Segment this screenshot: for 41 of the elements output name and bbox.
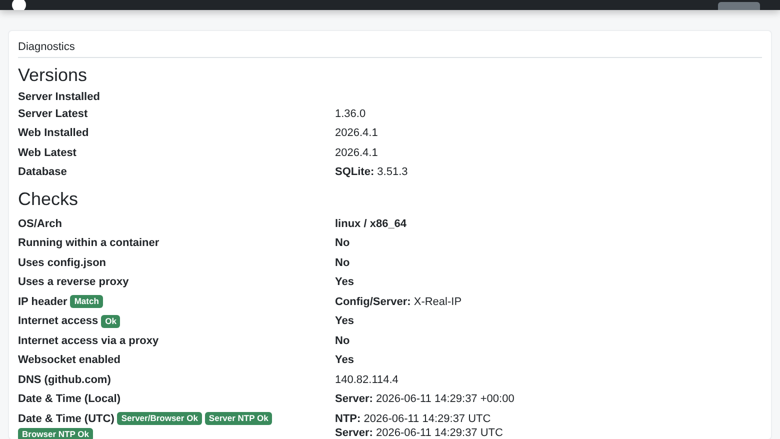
row-label: Web Latest <box>18 146 76 160</box>
logo-icon <box>12 0 26 10</box>
row-label: Running within a container <box>18 236 160 250</box>
row-label: OS/Arch <box>18 216 62 231</box>
row-label: Server Latest <box>18 106 88 121</box>
row-label: Date & Time (Local) <box>18 392 120 406</box>
row-value: 2026.4.1 <box>335 146 379 160</box>
row-value: No <box>335 256 351 270</box>
row-value: SQLite: 3.51.3 <box>335 165 409 180</box>
row-label: Date & Time (UTC) <box>18 412 114 426</box>
status-badge: Server/Browser Ok <box>117 412 202 426</box>
row-value: 2026.4.1 <box>335 126 379 140</box>
row-value: Server: 2026-06-11 14:29:37 UTC <box>335 426 504 439</box>
row-label: Uses a reverse proxy <box>18 275 129 290</box>
row-label: DNS (github.com) <box>18 372 111 387</box>
row-value: 1.36.0 <box>335 106 367 121</box>
row-value: Yes <box>335 314 355 328</box>
status-badge: Ok <box>101 314 120 328</box>
row-label: Uses config.json <box>18 256 106 270</box>
row-value: Yes <box>335 353 355 368</box>
row-value: Server: 2026-06-11 14:29:37 +00:00 <box>335 392 516 406</box>
section-heading: Versions <box>18 64 88 86</box>
row-value: NTP: 2026-06-11 14:29:37 UTC <box>335 412 492 426</box>
status-badge: Server NTP Ok <box>204 412 272 426</box>
section-heading: Checks <box>18 188 80 210</box>
row-label: Server Installed <box>18 90 100 104</box>
row-label: Websocket enabled <box>18 353 120 368</box>
card-title: Diagnostics <box>18 31 762 58</box>
row-label: Internet access via a proxy <box>18 334 159 348</box>
status-badge: Match <box>70 295 103 308</box>
row-value: linux / x86_64 <box>335 216 408 231</box>
row-value: No <box>335 334 351 348</box>
row-value: Config/Server: X-Real-IP <box>335 294 463 309</box>
row-label: Internet access <box>18 314 98 328</box>
row-value: Yes <box>335 275 355 290</box>
row-label: Web Installed <box>18 126 89 140</box>
status-badge: Browser NTP Ok <box>18 428 93 439</box>
row-value: 140.82.114.4 <box>335 372 400 387</box>
row-label: IP header <box>18 294 68 309</box>
row-value: No <box>335 236 351 250</box>
row-label: Database <box>18 165 67 180</box>
